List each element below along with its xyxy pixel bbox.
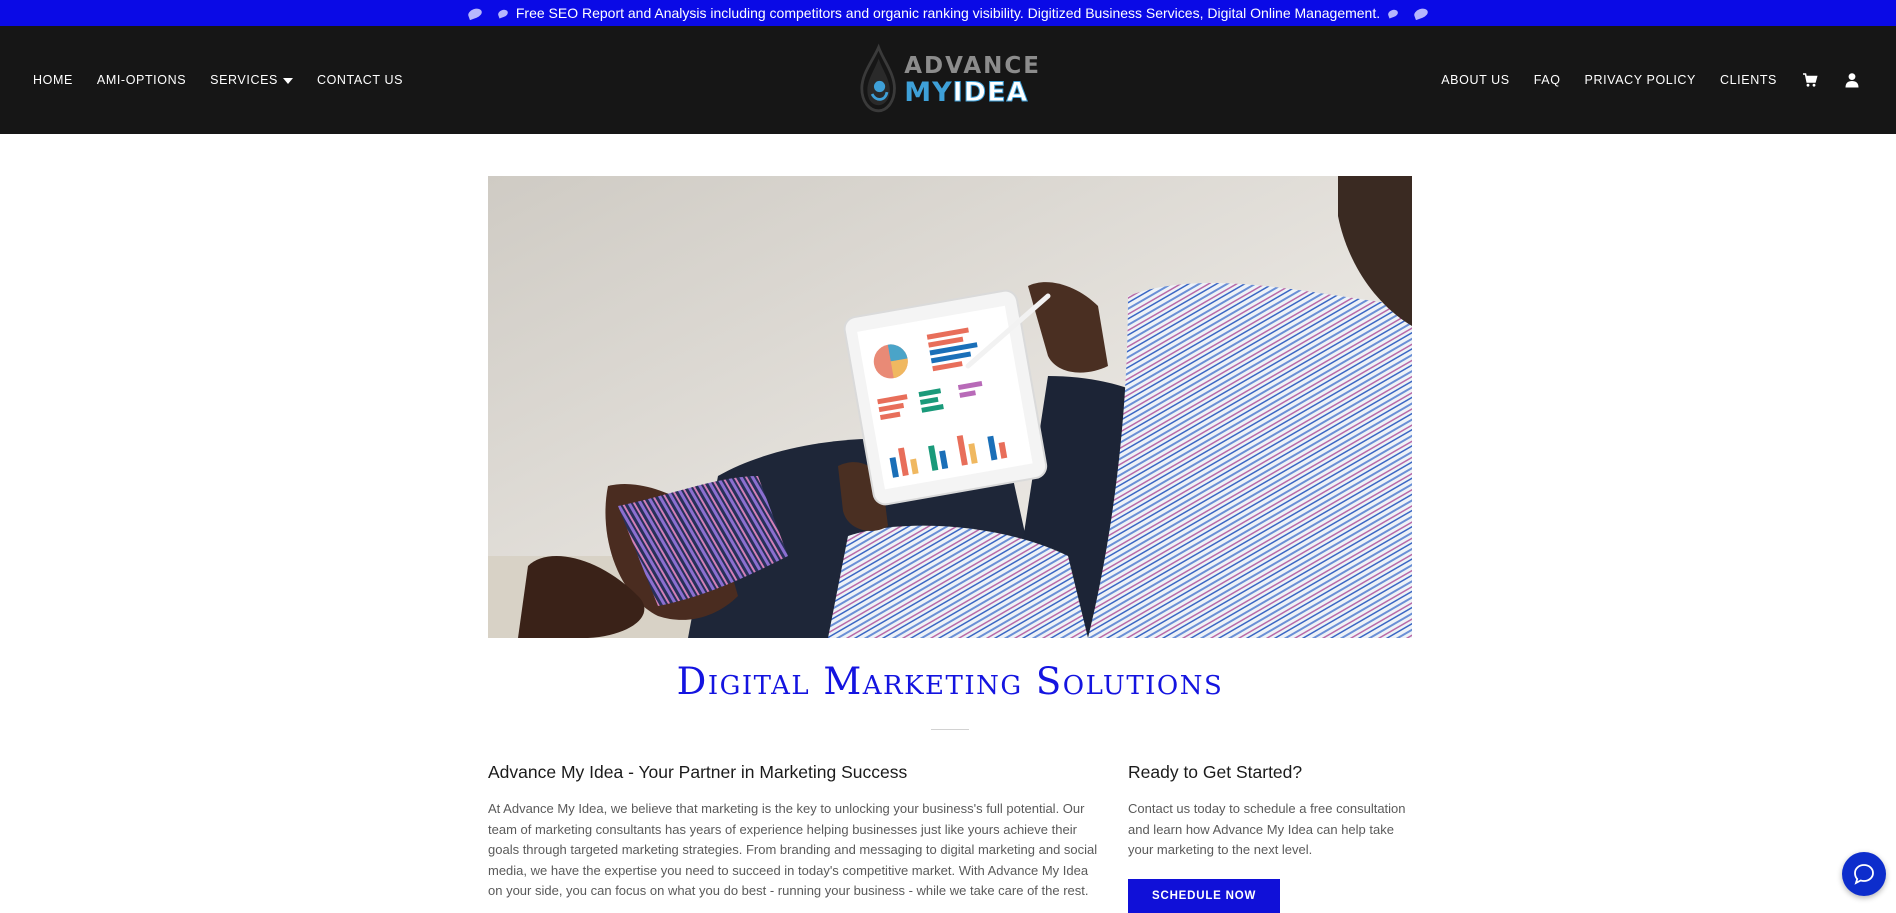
page-title: Digital Marketing Solutions — [676, 660, 1224, 703]
logo-my: MY — [904, 76, 953, 108]
title-divider — [931, 729, 969, 730]
logo-wordmark: ADVANCE MYIDEA — [904, 52, 1041, 108]
logo-line-2: MYIDEA — [904, 76, 1041, 108]
nav-ami-options[interactable]: AMI-OPTIONS — [97, 73, 186, 87]
site-header: HOME AMI-OPTIONS SERVICES CONTACT US ADV… — [0, 26, 1896, 134]
leaf-icon — [1387, 8, 1400, 18]
nav-services[interactable]: SERVICES — [210, 73, 293, 87]
nav-services-label: SERVICES — [210, 73, 278, 87]
cta-body: Contact us today to schedule a free cons… — [1128, 801, 1406, 857]
schedule-now-button[interactable]: SCHEDULE NOW — [1128, 878, 1281, 913]
leaf-icon — [496, 8, 509, 18]
leaf-icon — [466, 6, 483, 20]
cta-section: Ready to Get Started? Contact us today t… — [1128, 762, 1412, 913]
announcement-text: Free SEO Report and Analysis including c… — [515, 5, 1381, 21]
water-drop-logo-icon — [860, 43, 896, 113]
nav-faq[interactable]: FAQ — [1534, 73, 1561, 87]
logo-idea: IDEA — [952, 76, 1029, 108]
about-section: Advance My Idea - Your Partner in Market… — [488, 762, 1098, 902]
chat-bubble-icon — [1854, 864, 1874, 885]
leaf-icon — [1413, 6, 1430, 20]
nav-right: ABOUT US FAQ PRIVACY POLICY CLIENTS — [1441, 26, 1861, 134]
about-heading: Advance My Idea - Your Partner in Market… — [488, 762, 908, 782]
cta-heading: Ready to Get Started? — [1128, 762, 1303, 782]
cart-icon[interactable] — [1801, 71, 1819, 89]
nav-privacy-policy[interactable]: PRIVACY POLICY — [1585, 73, 1696, 87]
nav-about-us[interactable]: ABOUT US — [1441, 73, 1509, 87]
hero-image — [488, 176, 1412, 638]
caret-down-icon — [282, 77, 293, 84]
about-body: At Advance My Idea, we believe that mark… — [488, 801, 1098, 898]
nav-clients[interactable]: CLIENTS — [1720, 73, 1777, 87]
nav-left: HOME AMI-OPTIONS SERVICES CONTACT US — [33, 26, 403, 134]
announcement-bar: Free SEO Report and Analysis including c… — [0, 0, 1896, 26]
nav-home[interactable]: HOME — [33, 73, 73, 87]
site-logo[interactable]: ADVANCE MYIDEA — [859, 41, 1041, 119]
logo-line-1: ADVANCE — [904, 52, 1041, 79]
account-icon[interactable] — [1843, 71, 1861, 89]
nav-contact-us[interactable]: CONTACT US — [317, 73, 403, 87]
hero-illustration — [488, 176, 1412, 638]
chat-button[interactable] — [1842, 852, 1886, 896]
